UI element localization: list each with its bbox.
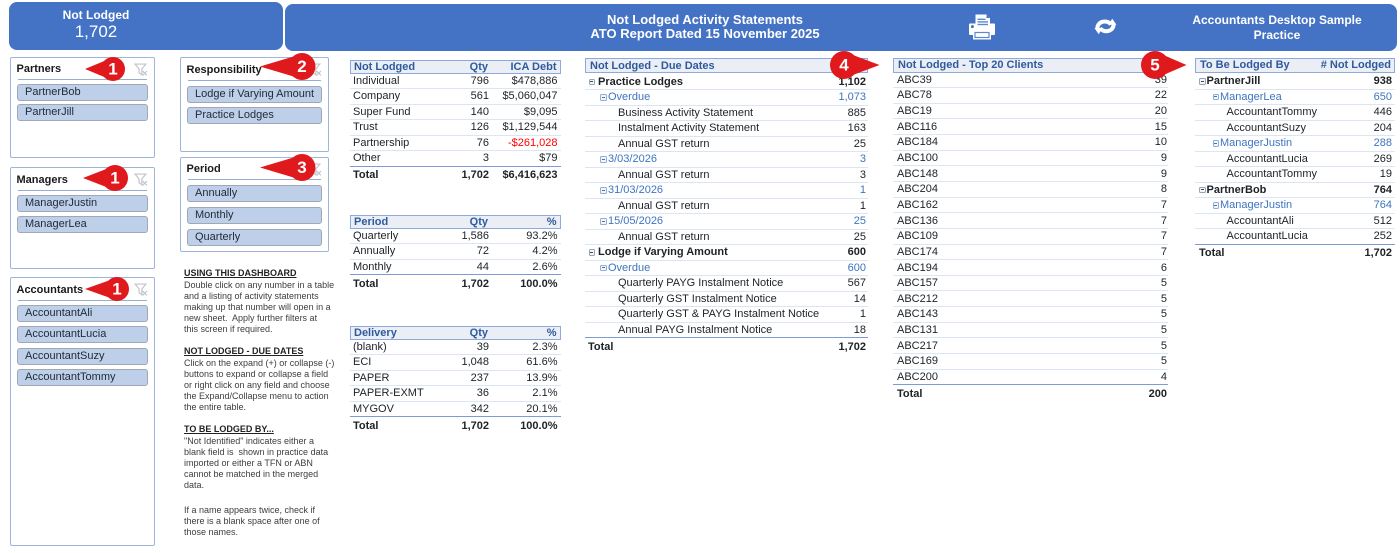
svg-text:4: 4 [839,55,849,74]
svg-text:1: 1 [108,60,117,79]
svg-text:2: 2 [297,57,306,76]
svg-text:1: 1 [110,168,119,187]
svg-text:5: 5 [1150,55,1159,74]
svg-text:3: 3 [297,158,306,177]
svg-text:1: 1 [112,280,121,299]
